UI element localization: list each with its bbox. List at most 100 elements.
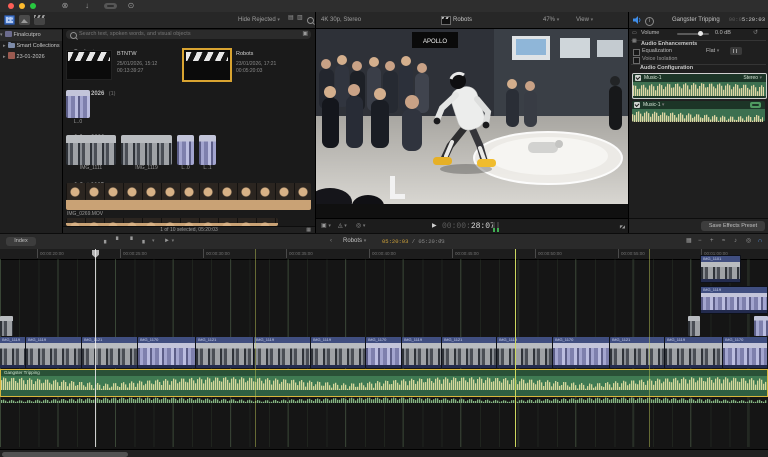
- timeline-clip-IMG_1121[interactable]: IMG_1121: [442, 337, 497, 368]
- insert-edit-icon[interactable]: ▘: [116, 234, 121, 249]
- info-inspector-icon[interactable]: i: [645, 17, 654, 26]
- viewer-view-dropdown[interactable]: View ▾: [576, 12, 593, 28]
- edit-mode-caret-icon[interactable]: ▾: [152, 234, 155, 249]
- volume-slider-knob[interactable]: [698, 31, 703, 36]
- extensions-icon[interactable]: ⊙: [126, 1, 136, 11]
- voice-isolation-checkbox[interactable]: [633, 57, 640, 64]
- clip-thumbnail[interactable]: [121, 135, 172, 165]
- zoom-button[interactable]: [30, 3, 36, 9]
- connected-clip-IMG_1119[interactable]: IMG_1119: [700, 286, 768, 314]
- transform-tool-dropdown[interactable]: ▣ ▾: [321, 219, 331, 234]
- clip-thumbnail[interactable]: [177, 135, 194, 165]
- audio-meter-left[interactable]: [493, 222, 495, 232]
- clip-item[interactable]: IMG_1111: [66, 135, 116, 173]
- equalization-checkbox[interactable]: [633, 49, 640, 56]
- audio-clip-gangster-tripping[interactable]: Gangster Tripping: [0, 369, 768, 397]
- video-frame[interactable]: APOLLO: [316, 28, 628, 204]
- timeline-clip-IMG_1119[interactable]: IMG_1119: [402, 337, 442, 368]
- sidebar-item-event[interactable]: ▸23-01-2026: [0, 52, 65, 63]
- audio-meter-right[interactable]: [497, 222, 499, 232]
- channel-strip-1[interactable]: Music-1 Stereo ▾: [632, 73, 767, 99]
- clip-thumbnail[interactable]: [66, 90, 90, 118]
- divider[interactable]: [628, 12, 629, 233]
- timeline-clip-IMG_1170[interactable]: IMG_1170: [553, 337, 610, 368]
- equalization-dropdown[interactable]: Flat ▾: [706, 48, 719, 54]
- timeline-clip-IMG_1119[interactable]: IMG_1119: [665, 337, 723, 368]
- search-input[interactable]: Search text, spoken words, and visual ob…: [66, 30, 311, 39]
- zoom-in-icon[interactable]: +: [710, 234, 714, 249]
- eq-presets-button[interactable]: [730, 47, 742, 55]
- close-button[interactable]: [8, 3, 14, 9]
- timeline-clip-IMG_1119[interactable]: IMG_1119: [0, 337, 26, 368]
- skimming-icon[interactable]: ≈: [722, 234, 725, 249]
- retime-tool-dropdown[interactable]: ◬ ▾: [338, 219, 347, 234]
- volume-reset-icon[interactable]: ↺: [753, 29, 758, 36]
- timeline-clip-IMG_1119[interactable]: IMG_1119: [311, 337, 366, 368]
- index-button[interactable]: Index: [6, 237, 36, 246]
- browser-footer-icon[interactable]: ▦: [306, 223, 311, 233]
- fullscreen-icon[interactable]: ◤◢: [620, 219, 624, 234]
- minimize-button[interactable]: [19, 3, 25, 9]
- timeline-clip-IMG_1170[interactable]: IMG_1170: [366, 337, 402, 368]
- zoom-out-icon[interactable]: −: [698, 234, 702, 249]
- playhead-line[interactable]: [95, 249, 96, 447]
- project-thumbnail-btntw[interactable]: [66, 50, 112, 80]
- channel-1-mode-dropdown[interactable]: Stereo ▾: [743, 74, 762, 82]
- filmstrip-continued[interactable]: [66, 218, 278, 226]
- background-tasks-icon[interactable]: ⊗: [60, 1, 70, 11]
- project-thumbnail-robots[interactable]: [184, 50, 230, 80]
- viewer-zoom-dropdown[interactable]: 47% ▾: [543, 12, 559, 28]
- audio-inspector-icon[interactable]: [633, 16, 642, 24]
- audio-skimming-icon[interactable]: ♪: [734, 234, 737, 249]
- connected-clip-fragment[interactable]: [754, 316, 768, 336]
- keyword-editor-icon[interactable]: [104, 3, 117, 9]
- save-effects-preset-button[interactable]: Save Effects Preset: [701, 221, 765, 231]
- search-icon[interactable]: [307, 17, 314, 24]
- divider[interactable]: [315, 12, 316, 233]
- clip-appearance-icon[interactable]: ▦: [686, 234, 692, 249]
- volume-value[interactable]: 0.0 dB: [715, 30, 731, 36]
- timeline-clip-IMG_1119[interactable]: IMG_1119: [497, 337, 553, 368]
- search-filter-icon[interactable]: ▣: [302, 28, 308, 42]
- clip-thumbnail[interactable]: [199, 135, 216, 165]
- filter-dropdown[interactable]: Hide Rejected ▾: [238, 12, 280, 28]
- play-button[interactable]: ▶: [432, 219, 437, 234]
- channel-2-checkbox[interactable]: [634, 102, 640, 108]
- solo-icon[interactable]: ◎: [746, 234, 751, 249]
- import-media-icon[interactable]: ↓: [82, 1, 92, 11]
- connected-clip-fragment[interactable]: [688, 316, 700, 336]
- clip-thumbnail[interactable]: [66, 135, 116, 165]
- timeline-project-dropdown[interactable]: Robots ▾: [343, 234, 366, 249]
- clip-item[interactable]: L..0: [177, 135, 194, 173]
- timeline-clip-IMG_1119[interactable]: IMG_1119: [26, 337, 82, 368]
- effects-tool-dropdown[interactable]: ◎ ▾: [356, 219, 365, 234]
- timeline-back-icon[interactable]: ‹: [330, 234, 332, 249]
- overwrite-edit-icon[interactable]: ▗: [140, 234, 145, 249]
- scrollbar-thumb[interactable]: [2, 452, 128, 457]
- titles-generators-tab[interactable]: [34, 15, 45, 25]
- timeline-clip-IMG_1119[interactable]: IMG_1119: [254, 337, 311, 368]
- photos-audio-tab[interactable]: [19, 15, 30, 25]
- channel-strip-2[interactable]: Music-1 ▾: [632, 101, 765, 122]
- connected-clip-fragment[interactable]: [0, 316, 13, 336]
- sidebar-item-library[interactable]: ▾Finalcutpro: [0, 30, 62, 41]
- channel-1-checkbox[interactable]: [635, 75, 641, 81]
- timeline-clip-IMG_1121[interactable]: IMG_1121: [196, 337, 254, 368]
- tool-selector-dropdown[interactable]: ► ▾: [164, 234, 174, 249]
- timeline-clip-IMG_1170[interactable]: IMG_1170: [138, 337, 196, 368]
- append-edit-icon[interactable]: ▝: [128, 234, 133, 249]
- connect-edit-icon[interactable]: ▖: [104, 234, 109, 249]
- media-sidebar-tab[interactable]: [4, 15, 15, 25]
- timeline-clip-IMG_1121[interactable]: IMG_1121: [82, 337, 138, 368]
- timeline-clip-IMG_1170[interactable]: IMG_1170: [723, 337, 768, 368]
- list-view-icon[interactable]: ▥: [297, 11, 303, 26]
- snapping-icon[interactable]: ∩: [758, 234, 762, 249]
- timeline-forward-icon[interactable]: ›: [440, 234, 442, 249]
- clip-item[interactable]: L..1: [199, 135, 216, 173]
- sidebar-item-smart-collections[interactable]: ▸Smart Collections: [0, 41, 65, 52]
- filmstrip-view-icon[interactable]: ▤: [288, 11, 294, 26]
- clip-item[interactable]: IMG_1119: [121, 135, 172, 173]
- connected-clip-IMG_1101[interactable]: IMG_1101: [700, 255, 741, 283]
- timeline-clip-IMG_1121[interactable]: IMG_1121: [610, 337, 665, 368]
- timeline-scrollbar[interactable]: [0, 449, 768, 457]
